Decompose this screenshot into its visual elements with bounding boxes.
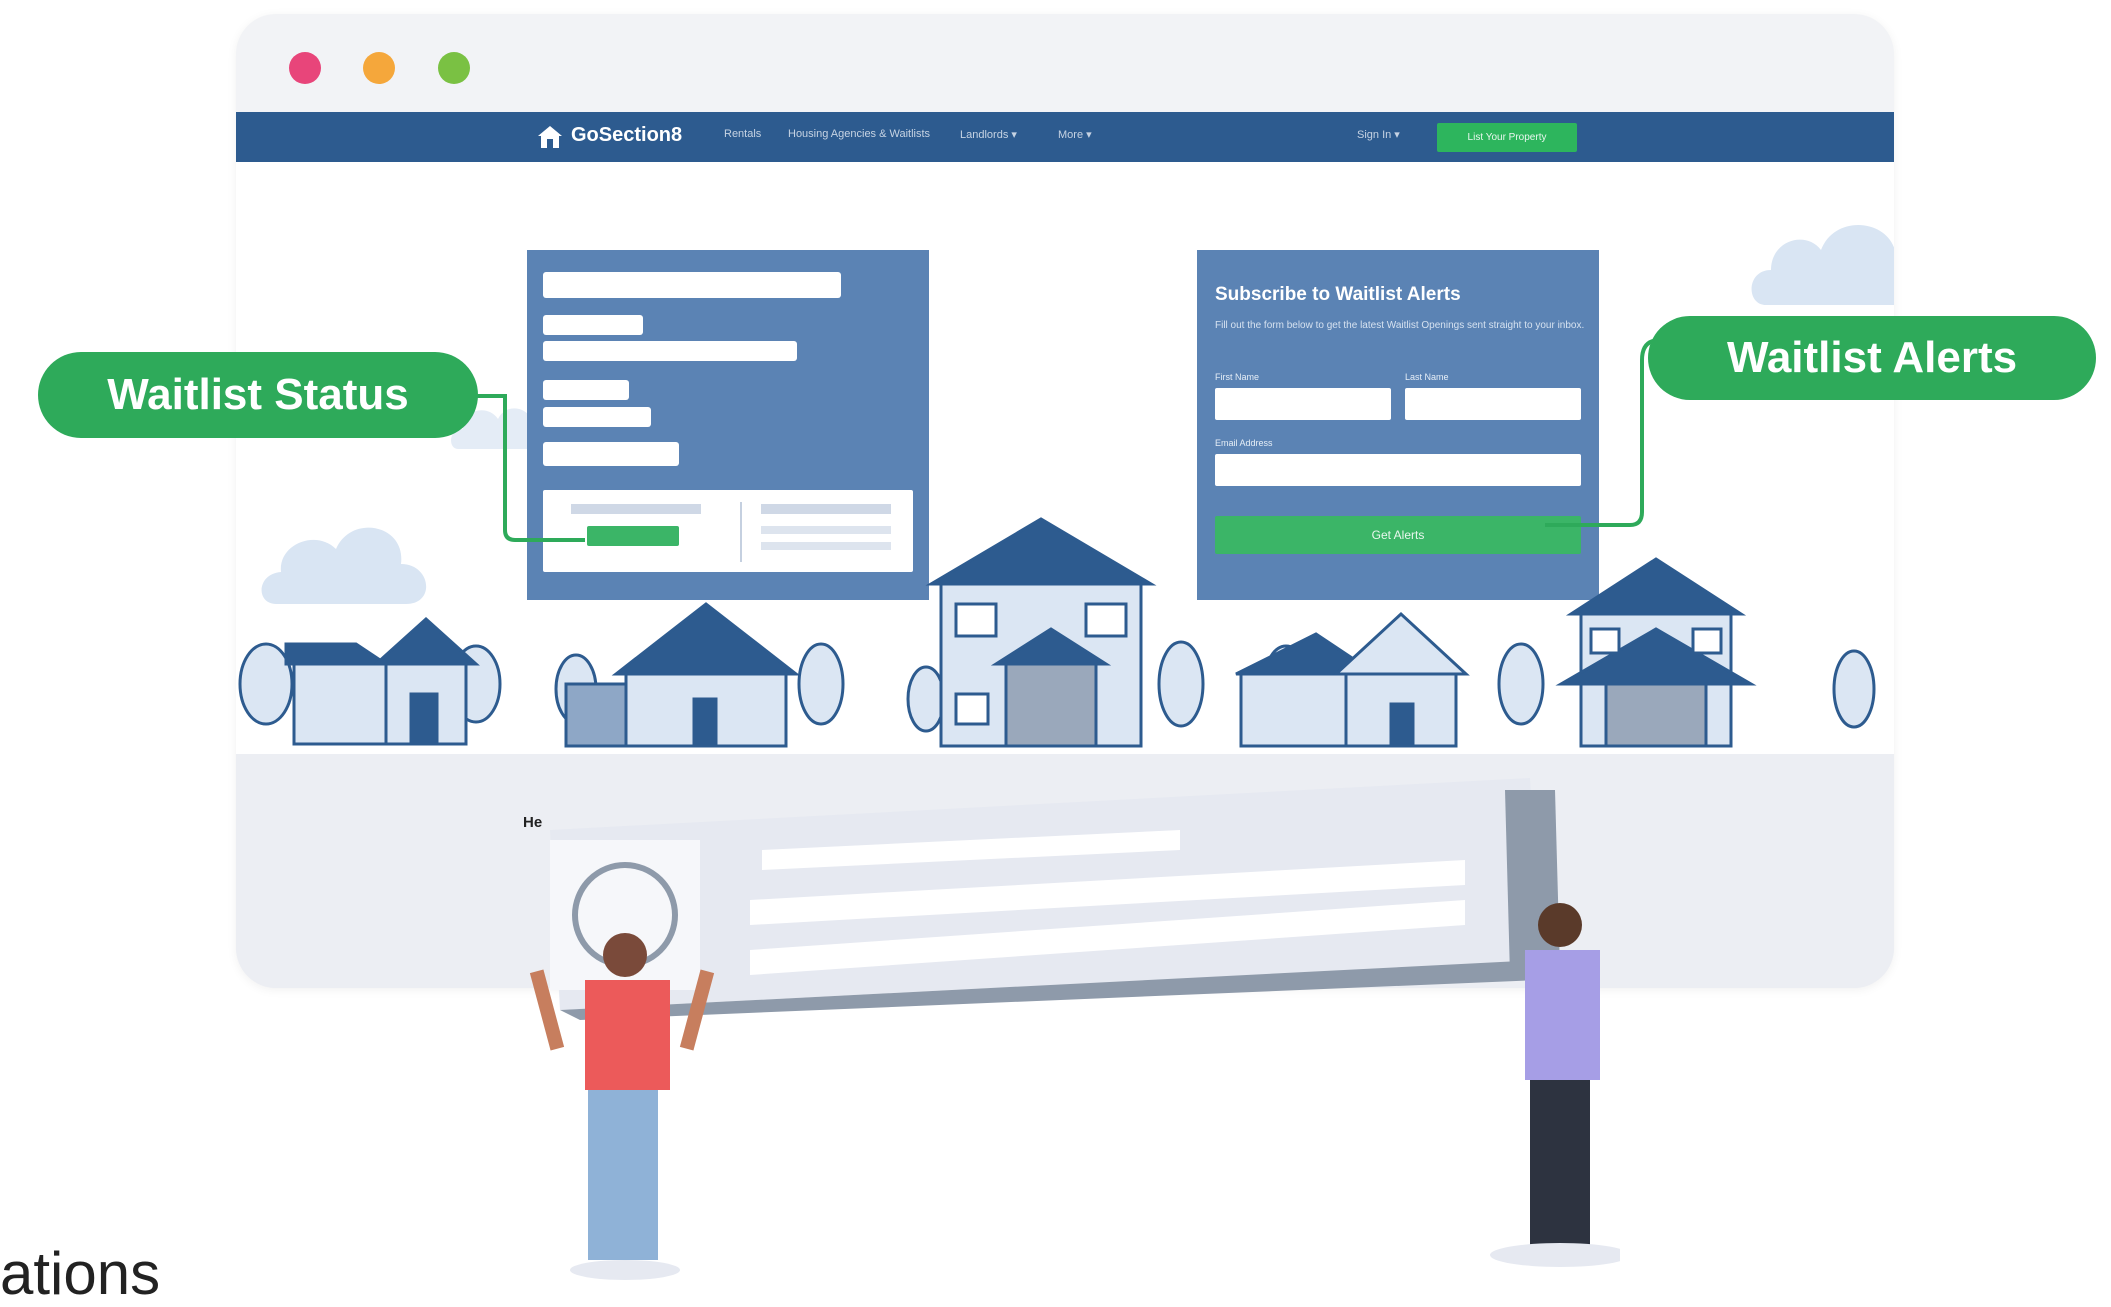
- cropped-caption-text: ations: [0, 1240, 161, 1307]
- waitlist-status-callout: Waitlist Status: [38, 352, 478, 438]
- people-carrying-card-illustration: [529, 778, 1620, 1280]
- waitlist-alerts-callout: Waitlist Alerts: [1648, 316, 2096, 400]
